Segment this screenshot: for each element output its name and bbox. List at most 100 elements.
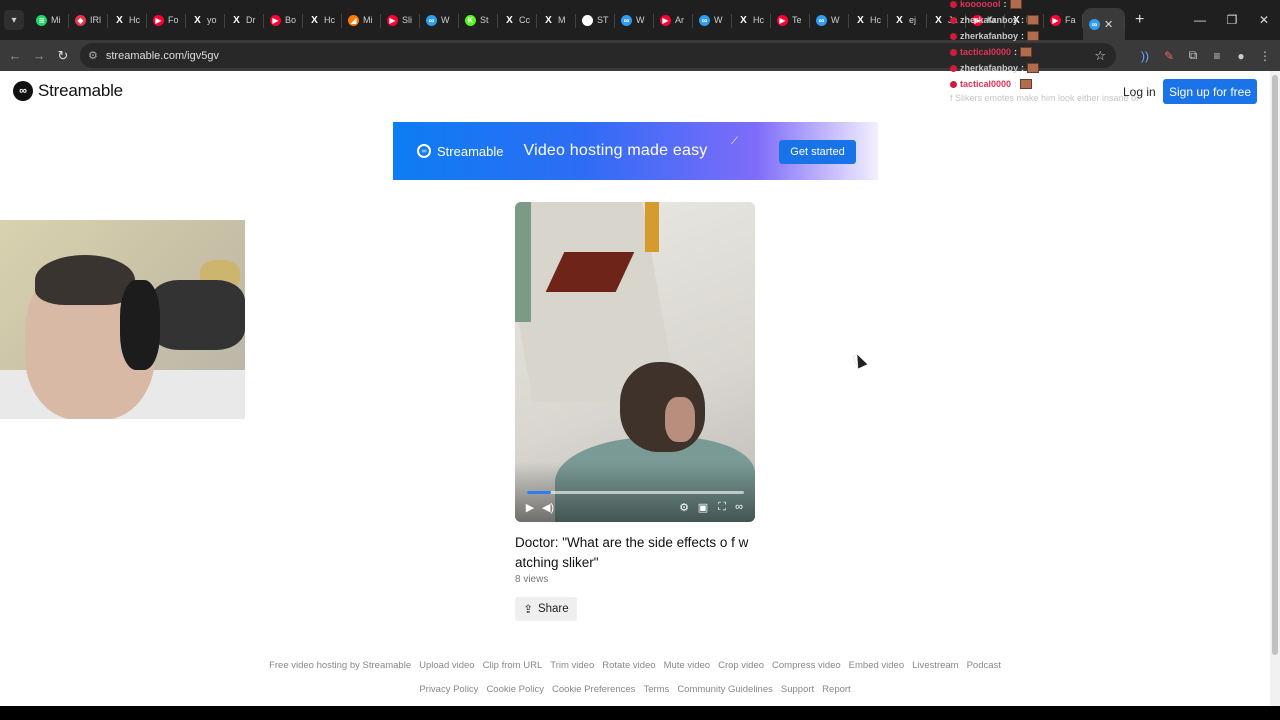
tab-label: M xyxy=(558,15,566,25)
tab-label: Hc xyxy=(870,15,881,25)
footer-link[interactable]: Terms xyxy=(643,684,669,695)
webcam-overlay xyxy=(0,220,245,419)
profile-avatar-icon[interactable]: ● xyxy=(1234,49,1248,63)
volume-icon[interactable]: ◀) xyxy=(541,501,555,514)
browser-tab[interactable]: ∞ W xyxy=(810,6,849,34)
browser-tab[interactable]: ≋ Mi xyxy=(30,6,69,34)
browser-tab[interactable]: X Cc xyxy=(498,6,537,34)
footer-link[interactable]: Mute video xyxy=(664,660,710,671)
browser-tab[interactable]: ▶ Fo xyxy=(147,6,186,34)
promo-banner[interactable]: ∞ Streamable Video hosting made easy ⟋ G… xyxy=(393,122,878,180)
play-icon[interactable]: ▶ xyxy=(523,501,537,514)
tab-label: ST xyxy=(597,15,609,25)
footer-link[interactable]: Rotate video xyxy=(602,660,655,671)
tab-label: Dr xyxy=(246,15,256,25)
menu-dots-icon[interactable]: ⋮ xyxy=(1258,49,1272,63)
streamable-logo[interactable]: ∞ Streamable xyxy=(13,81,123,101)
x-icon: X xyxy=(896,14,903,26)
fullscreen-icon[interactable]: ⛶ xyxy=(715,501,729,514)
view-count: 8 views xyxy=(515,574,549,585)
browser-tab[interactable]: X Hc xyxy=(849,6,888,34)
tab-label: W xyxy=(441,15,450,25)
spotify-icon: ≋ xyxy=(36,14,47,26)
tab-search-dropdown[interactable]: ▾ xyxy=(4,10,24,30)
browser-tab[interactable]: Xyo xyxy=(186,6,225,34)
x-icon: X xyxy=(194,14,201,26)
footer-link[interactable]: Free video hosting by Streamable xyxy=(269,660,411,671)
video-progress-bar[interactable] xyxy=(527,491,744,494)
tab-label: IRl xyxy=(90,15,101,25)
picture-in-picture-icon[interactable]: ▣ xyxy=(696,501,710,514)
video-scene-face xyxy=(665,397,695,442)
reload-icon[interactable]: ↻ xyxy=(51,48,75,64)
browser-tab[interactable]: ◢ Mi xyxy=(342,6,381,34)
footer-link[interactable]: Compress video xyxy=(772,660,841,671)
window-controls: — ❐ ✕ xyxy=(1184,0,1280,40)
chat-username: tactical0000 xyxy=(960,79,1012,89)
tab-label: St xyxy=(480,15,489,25)
footer-link[interactable]: Crop video xyxy=(718,660,764,671)
restore-icon[interactable]: ❐ xyxy=(1216,13,1248,27)
footer-link[interactable]: Cookie Policy xyxy=(486,684,544,695)
chat-separator: : xyxy=(1014,79,1018,89)
chat-separator: : xyxy=(1021,63,1025,73)
tab-label: Hc xyxy=(129,15,140,25)
browser-tab[interactable]: ▶ Ar xyxy=(654,6,693,34)
footer-link[interactable]: Report xyxy=(822,684,851,695)
browser-tab[interactable]: X Hc xyxy=(303,6,342,34)
chat-emote-icon xyxy=(1020,79,1033,89)
back-icon[interactable]: ← xyxy=(3,48,27,63)
page-scrollbar[interactable] xyxy=(1270,71,1280,706)
footer-link[interactable]: Embed video xyxy=(849,660,904,671)
share-icon: ⇪ xyxy=(523,604,533,616)
close-window-icon[interactable]: ✕ xyxy=(1248,13,1280,27)
browser-tab[interactable]: ▶ Te xyxy=(771,6,810,34)
tab-label: Bo xyxy=(285,15,297,25)
footer-link[interactable]: Community Guidelines xyxy=(677,684,773,695)
footer-link[interactable]: Livestream xyxy=(912,660,958,671)
streamable-watermark-icon[interactable]: ∞ xyxy=(732,501,746,513)
media-control-icon[interactable]: ≡ xyxy=(1210,49,1224,63)
footer-link[interactable]: Cookie Preferences xyxy=(552,684,635,695)
forward-icon[interactable]: → xyxy=(27,48,51,63)
browser-tab[interactable]: ▶ Sli xyxy=(381,6,420,34)
browser-tab[interactable]: ◆ IRl xyxy=(69,6,108,34)
chat-badge-icon xyxy=(950,32,957,40)
youtube-icon: ▶ xyxy=(153,14,164,26)
footer-link[interactable]: Clip from URL xyxy=(483,660,543,671)
url-text: streamable.com/igv5gv xyxy=(105,49,219,62)
browser-tab[interactable]: K St xyxy=(459,6,498,34)
scrollbar-thumb[interactable] xyxy=(1272,75,1278,655)
browser-tab[interactable]: X Hc xyxy=(108,6,147,34)
footer-links-row-1: Free video hosting by Streamable Upload v… xyxy=(0,660,1270,671)
banner-logo-text: Streamable xyxy=(437,143,504,159)
browser-tab[interactable]: Xej xyxy=(888,6,927,34)
browser-tab[interactable]: ∞ W xyxy=(615,6,654,34)
x-icon: X xyxy=(311,14,318,26)
browser-tab[interactable]: ♪ ST xyxy=(576,6,615,34)
share-button[interactable]: ⇪ Share xyxy=(515,597,577,621)
chat-overlay: kooooool: zherkafanboy: zherkafanboy: tacti… xyxy=(950,0,1180,92)
settings-icon[interactable]: ⚙ xyxy=(677,501,691,514)
get-started-button[interactable]: Get started xyxy=(779,140,856,164)
site-info-icon[interactable]: ⚙ xyxy=(88,49,98,62)
x-icon: X xyxy=(506,14,513,26)
browser-tab[interactable]: ▶ Bo xyxy=(264,6,303,34)
footer-link[interactable]: Support xyxy=(781,684,814,695)
browser-tab[interactable]: X Dr xyxy=(225,6,264,34)
browser-tab[interactable]: X Hc xyxy=(732,6,771,34)
browser-tab[interactable]: XM xyxy=(537,6,576,34)
footer-link[interactable]: Trim video xyxy=(550,660,594,671)
footer-link[interactable]: Upload video xyxy=(419,660,474,671)
video-player[interactable]: ▶ ◀) ⚙ ▣ ⛶ ∞ xyxy=(515,202,755,522)
x-icon: X xyxy=(545,14,552,26)
puzzle-icon[interactable]: ⧉ xyxy=(1186,48,1200,63)
browser-tab[interactable]: ∞ W xyxy=(693,6,732,34)
footer-link[interactable]: Privacy Policy xyxy=(419,684,478,695)
streamable-icon: ∞ xyxy=(621,14,632,26)
browser-tab[interactable]: ∞ W xyxy=(420,6,459,34)
video-scene-frame xyxy=(645,202,659,252)
youtube-icon: ▶ xyxy=(660,14,671,26)
footer-link[interactable]: Podcast xyxy=(967,660,1001,671)
minimize-icon[interactable]: — xyxy=(1184,13,1216,27)
